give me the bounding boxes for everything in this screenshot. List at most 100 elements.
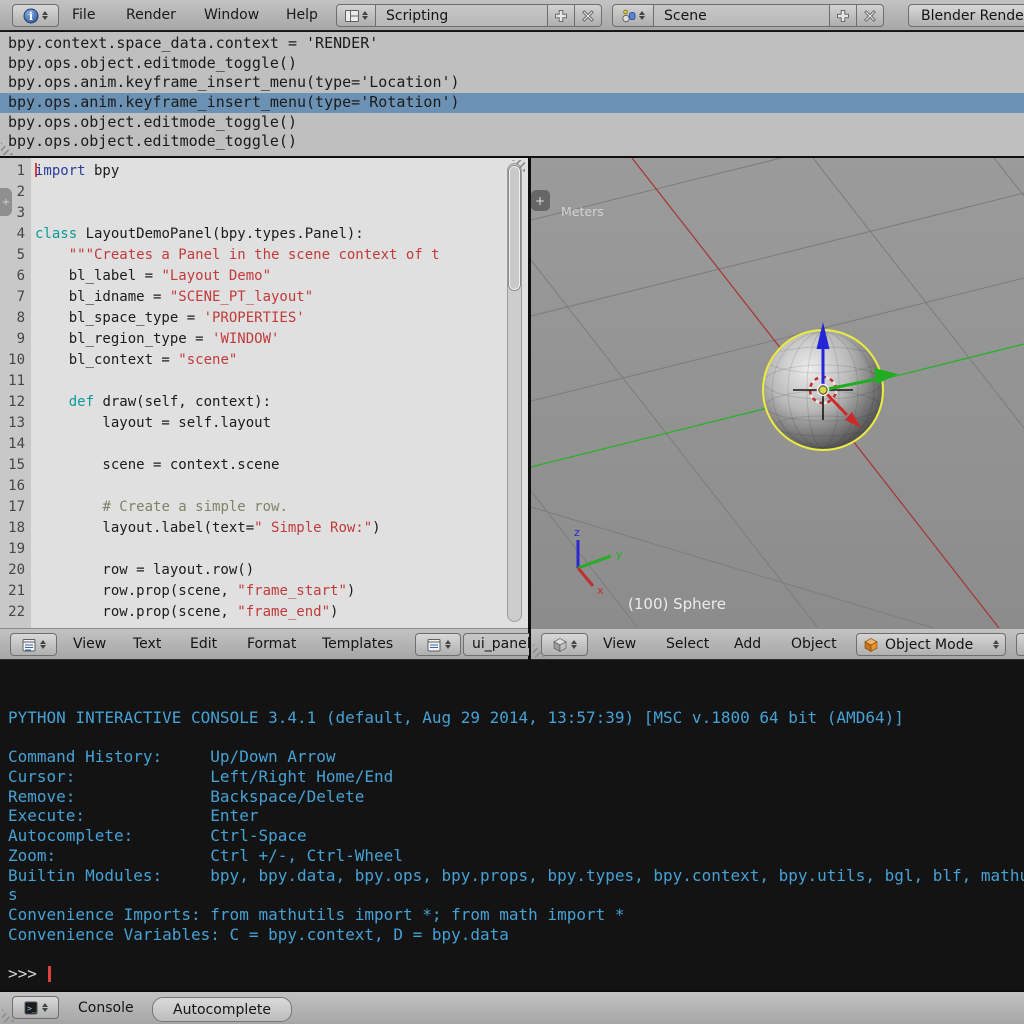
menu-text[interactable]: Text: [133, 629, 161, 659]
code-line: 11: [0, 371, 528, 392]
code-line: 21 row.prop(scene, "frame_start"): [0, 581, 528, 602]
gizmo-z-label: z: [574, 526, 580, 539]
viewport-3d[interactable]: z y x + Meters (100) Sphere: [531, 158, 1024, 628]
plus-icon: [835, 8, 851, 24]
menu-format[interactable]: Format: [247, 629, 296, 659]
code-line: 2: [0, 182, 528, 203]
editor-type-selector-console[interactable]: >_: [12, 996, 59, 1019]
line-number: 10: [0, 350, 25, 371]
scene-icon: [621, 8, 637, 24]
mode-select[interactable]: Object Mode: [856, 633, 1006, 656]
text-editor-icon: [21, 637, 37, 653]
code-line: 1import bpy: [0, 161, 528, 182]
menu-window[interactable]: Window: [204, 0, 259, 30]
stepper-arrows-icon: [639, 11, 645, 20]
editor-scrollbar[interactable]: [507, 163, 522, 622]
text-file-icon: [426, 637, 442, 653]
line-number: 19: [0, 539, 25, 560]
text-datablock-name[interactable]: ui_panel: [463, 633, 529, 656]
scene-browse[interactable]: [612, 4, 654, 27]
console-line: >>>: [8, 964, 1024, 984]
console-line: Convenience Imports: from mathutils impo…: [8, 905, 1024, 925]
gizmo-x-label: x: [597, 584, 604, 597]
plus-icon: +: [2, 197, 10, 208]
line-number: 13: [0, 413, 25, 434]
autocomplete-button[interactable]: Autocomplete: [152, 997, 292, 1022]
stepper-arrows-icon: [993, 640, 999, 649]
editor-type-selector-3dview[interactable]: [541, 633, 588, 656]
console-line: Zoom: Ctrl +/-, Ctrl-Wheel: [8, 846, 1024, 866]
code-line: 6 bl_label = "Layout Demo": [0, 266, 528, 287]
info-log-row[interactable]: bpy.ops.object.editmode_toggle(): [0, 54, 1024, 74]
menu-view[interactable]: View: [73, 629, 106, 659]
code-line: 4class LayoutDemoPanel(bpy.types.Panel):: [0, 224, 528, 245]
code-line: 5 """Creates a Panel in the scene contex…: [0, 245, 528, 266]
menu-console[interactable]: Console: [78, 993, 134, 1023]
menu-select[interactable]: Select: [666, 629, 709, 659]
console-line: Builtin Modules: bpy, bpy.data, bpy.ops,…: [8, 866, 1024, 886]
console-line: Command History: Up/Down Arrow: [8, 747, 1024, 767]
delete-layout-button[interactable]: [575, 4, 602, 27]
stepper-arrows-icon: [42, 11, 48, 20]
console-icon: >_: [23, 1000, 39, 1016]
screen-layout-browse[interactable]: [336, 4, 376, 27]
menu-add[interactable]: Add: [734, 629, 761, 659]
stepper-arrows-icon: [362, 11, 368, 20]
topbar: i File Render Window Help Scripting: [0, 0, 1024, 31]
code-line: 9 bl_region_type = 'WINDOW': [0, 329, 528, 350]
menu-render[interactable]: Render: [126, 0, 176, 30]
line-number: 9: [0, 329, 25, 350]
region-expand-tab[interactable]: +: [0, 188, 12, 216]
delete-scene-button[interactable]: [857, 4, 884, 27]
menu-templates[interactable]: Templates: [322, 629, 393, 659]
text-datablock-browse[interactable]: [415, 633, 461, 656]
line-number: 20: [0, 560, 25, 581]
close-icon: [580, 8, 596, 24]
render-engine-select[interactable]: Blender Render: [908, 4, 1024, 27]
editor-scrollbar-thumb[interactable]: [509, 166, 520, 290]
line-number: 12: [0, 392, 25, 413]
info-log-row[interactable]: bpy.ops.anim.keyframe_insert_menu(type='…: [0, 93, 1024, 113]
viewport-shading-select[interactable]: [1016, 633, 1024, 656]
stepper-arrows-icon: [40, 640, 46, 649]
console-line: Execute: Enter: [8, 806, 1024, 826]
scene-name[interactable]: Scene: [654, 4, 830, 27]
line-number: 4: [0, 224, 25, 245]
info-log[interactable]: bpy.context.space_data.context = 'RENDER…: [0, 32, 1024, 156]
editor-type-selector-text[interactable]: [10, 633, 57, 656]
screen-layout-name[interactable]: Scripting: [376, 4, 548, 27]
text-editor[interactable]: 1import bpy234class LayoutDemoPanel(bpy.…: [0, 158, 528, 628]
add-layout-button[interactable]: [548, 4, 575, 27]
scene-selector: Scene: [612, 4, 884, 27]
info-log-row[interactable]: bpy.context.space_data.context = 'RENDER…: [0, 34, 1024, 54]
info-log-row[interactable]: bpy.ops.object.editmode_toggle(): [0, 113, 1024, 133]
line-number: 6: [0, 266, 25, 287]
object-mode-cube-icon: [863, 637, 879, 653]
code-line: 15 scene = context.scene: [0, 455, 528, 476]
area-divider[interactable]: [528, 158, 531, 660]
info-log-row[interactable]: bpy.ops.object.editmode_toggle(): [0, 132, 1024, 152]
line-number: 22: [0, 602, 25, 623]
menu-help[interactable]: Help: [286, 0, 318, 30]
info-log-row[interactable]: bpy.ops.anim.keyframe_insert_menu(type='…: [0, 73, 1024, 93]
console-line: PYTHON INTERACTIVE CONSOLE 3.4.1 (defaul…: [8, 708, 1024, 728]
menu-object[interactable]: Object: [791, 629, 837, 659]
render-engine-label: Blender Render: [921, 8, 1024, 24]
menu-edit[interactable]: Edit: [190, 629, 217, 659]
line-number: 8: [0, 308, 25, 329]
viewport-cube-icon: [552, 637, 568, 653]
toolbar-expand-button[interactable]: +: [531, 190, 550, 211]
menu-view[interactable]: View: [603, 629, 636, 659]
code-line: 3: [0, 203, 528, 224]
python-console[interactable]: PYTHON INTERACTIVE CONSOLE 3.4.1 (defaul…: [0, 660, 1024, 990]
gizmo-y-label: y: [616, 548, 623, 561]
menu-file[interactable]: File: [72, 0, 95, 30]
code-line: 8 bl_space_type = 'PROPERTIES': [0, 308, 528, 329]
code-area[interactable]: 1import bpy234class LayoutDemoPanel(bpy.…: [0, 161, 528, 623]
add-scene-button[interactable]: [830, 4, 857, 27]
editor-type-selector-info[interactable]: i: [12, 4, 59, 27]
plus-icon: +: [535, 194, 545, 208]
code-line: 7 bl_idname = "SCENE_PT_layout": [0, 287, 528, 308]
code-line: 12 def draw(self, context):: [0, 392, 528, 413]
code-line: 22 row.prop(scene, "frame_end"): [0, 602, 528, 623]
